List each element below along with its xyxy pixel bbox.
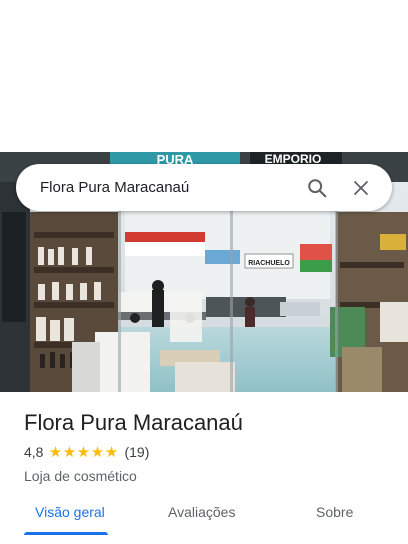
active-tab-indicator — [24, 532, 108, 535]
star-icon: ★ — [104, 443, 119, 461]
star-icon: ★ — [62, 443, 77, 461]
rating-row[interactable]: 4,8 ★ ★ ★ ★ ★ (19) — [24, 441, 394, 463]
place-category: Loja de cosmético — [24, 468, 137, 484]
tab-about[interactable]: Sobre — [316, 504, 353, 520]
star-icon: ★ — [90, 443, 105, 461]
tab-reviews[interactable]: Avaliações — [168, 504, 235, 520]
search-icon[interactable] — [300, 171, 334, 205]
place-info: Flora Pura Maracanaú 4,8 ★ ★ ★ ★ ★ (19) … — [24, 408, 394, 486]
tab-overview[interactable]: Visão geral — [35, 504, 105, 520]
photo-sign-riachuelo: RIACHUELO — [248, 260, 290, 267]
star-icon: ★ — [76, 443, 91, 461]
search-input[interactable]: Flora Pura Maracanaú — [40, 179, 290, 196]
rating-value: 4,8 — [24, 444, 44, 460]
search-bar[interactable]: Flora Pura Maracanaú — [16, 164, 392, 211]
place-title: Flora Pura Maracanaú — [24, 410, 243, 435]
close-icon[interactable] — [344, 171, 378, 205]
star-icon: ★ — [48, 443, 63, 461]
tab-bar: Visão geral Avaliações Sobre — [0, 492, 408, 536]
star-rating: ★ ★ ★ ★ ★ — [48, 445, 118, 460]
review-count[interactable]: (19) — [124, 444, 149, 460]
